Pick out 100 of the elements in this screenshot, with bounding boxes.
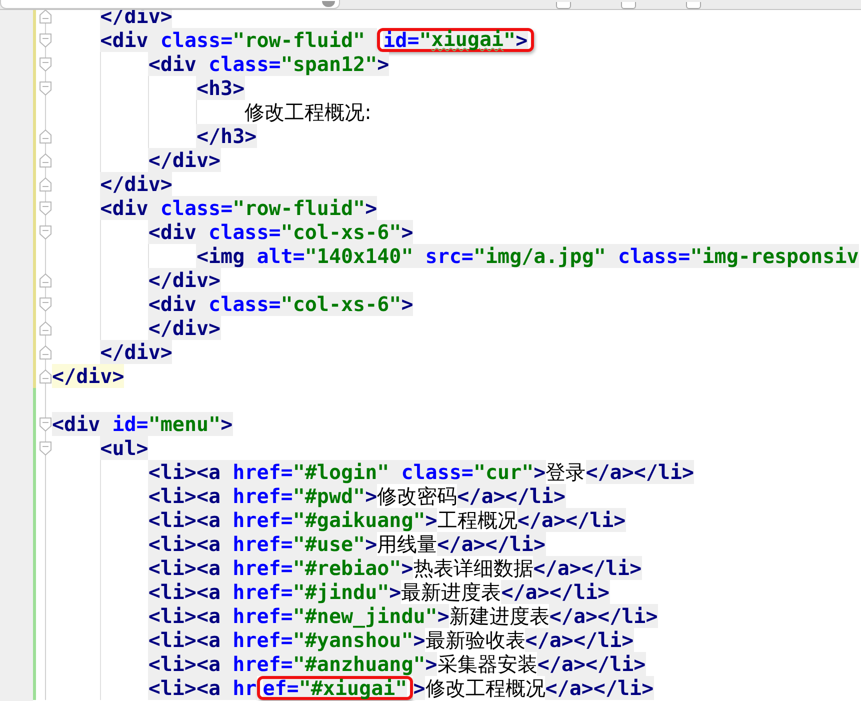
attribute-value: "row-fluid" xyxy=(232,28,378,52)
html-tag: <li><a xyxy=(148,604,233,628)
fold-icon[interactable] xyxy=(39,200,52,216)
attribute-value: " xyxy=(419,31,432,49)
text-content: 最新验收表 xyxy=(425,628,526,652)
attribute-value: "#jindu" xyxy=(292,580,390,604)
checkbox[interactable] xyxy=(621,2,636,9)
html-tag: </a></li> xyxy=(501,580,610,604)
attribute-name: href= xyxy=(232,484,293,508)
html-tag: > xyxy=(220,412,233,436)
fold-icon[interactable] xyxy=(39,8,52,24)
fold-icon[interactable] xyxy=(39,272,52,288)
text-content: 最新进度表 xyxy=(401,580,502,604)
attribute-value: "menu" xyxy=(148,412,221,436)
html-tag: <h3> xyxy=(196,76,245,100)
attribute-value: " xyxy=(504,31,516,49)
attribute-value: "row-fluid" xyxy=(232,196,366,220)
html-tag: > xyxy=(425,652,438,676)
attribute-name: hr xyxy=(232,676,257,700)
html-tag: </a></li> xyxy=(457,484,566,508)
html-tag: > xyxy=(401,220,414,244)
html-tag: <li><a xyxy=(148,676,233,700)
fold-icon[interactable] xyxy=(39,80,52,96)
html-tag: > xyxy=(389,580,402,604)
fold-icon[interactable] xyxy=(39,368,52,384)
html-tag: </a></li> xyxy=(533,556,642,580)
fold-icon[interactable] xyxy=(39,176,52,192)
html-tag: <li><a xyxy=(148,460,233,484)
html-tag: <img xyxy=(196,244,257,268)
attribute-name: class= xyxy=(606,244,690,268)
clear-icon[interactable] xyxy=(322,1,335,7)
html-tag: > xyxy=(437,604,450,628)
html-tag: </a></li> xyxy=(517,508,626,532)
attribute-name: class= xyxy=(208,52,281,76)
text-content: 修改工程概况: xyxy=(244,100,372,124)
html-tag: </div> xyxy=(148,268,221,292)
fold-icon[interactable] xyxy=(39,128,52,144)
fold-icon[interactable] xyxy=(39,32,52,48)
attribute-name: href= xyxy=(232,604,293,628)
html-tag: <div xyxy=(52,412,112,436)
html-tag: </a></li> xyxy=(437,532,546,556)
attribute-name: class= xyxy=(160,196,233,220)
attribute-name: ef= xyxy=(262,679,299,697)
attribute-name: href= xyxy=(232,508,293,532)
attribute-name: href= xyxy=(232,556,293,580)
attribute-name: href= xyxy=(232,628,293,652)
fold-icon[interactable] xyxy=(39,416,52,432)
attribute-name: class= xyxy=(389,460,474,484)
html-tag: > xyxy=(401,556,414,580)
attribute-name: href= xyxy=(232,652,293,676)
html-tag: <li><a xyxy=(148,652,233,676)
attribute-value: "span12" xyxy=(280,52,378,76)
html-tag: </a></li> xyxy=(549,604,658,628)
attribute-value: "img-responsiv xyxy=(690,244,859,268)
checkbox[interactable] xyxy=(686,2,701,9)
html-tag: </h3> xyxy=(196,124,257,148)
text-content: 修改密码 xyxy=(377,484,458,508)
html-tag: <div xyxy=(100,196,160,220)
attribute-value: "#use" xyxy=(292,532,366,556)
attribute-name: class= xyxy=(160,28,233,52)
attribute-name: href= xyxy=(232,580,293,604)
html-tag: > xyxy=(534,460,546,484)
attribute-value: "col-xs-6" xyxy=(280,220,402,244)
fold-icon[interactable] xyxy=(39,320,52,336)
text-content: 用线量 xyxy=(377,532,438,556)
attribute-value: "#new_jindu" xyxy=(292,604,438,628)
attribute-value: "#anzhuang" xyxy=(292,652,426,676)
fold-icon[interactable] xyxy=(39,224,52,240)
attribute-name: class= xyxy=(208,220,281,244)
html-tag: <div xyxy=(148,52,209,76)
attribute-value: "140x140" xyxy=(304,244,414,268)
html-tag: > xyxy=(516,31,528,49)
html-tag: > xyxy=(413,676,426,700)
html-tag: <li><a xyxy=(148,484,233,508)
html-tag: > xyxy=(425,508,438,532)
attribute-value: "img/a.jpg" xyxy=(473,244,606,268)
attribute-value: "cur" xyxy=(473,460,534,484)
html-tag: > xyxy=(413,628,426,652)
html-tag: > xyxy=(401,292,414,316)
attribute-value: "#rebiao" xyxy=(292,556,402,580)
html-tag: </div> xyxy=(100,340,172,364)
html-tag: > xyxy=(365,484,378,508)
attribute-name: id= xyxy=(383,31,420,49)
checkbox[interactable] xyxy=(556,2,571,9)
html-tag: <div xyxy=(100,28,160,52)
html-tag: > xyxy=(365,196,378,220)
fold-icon[interactable] xyxy=(39,440,52,456)
text-content: 登录 xyxy=(546,460,586,484)
fold-icon[interactable] xyxy=(39,56,52,72)
attribute-name: class= xyxy=(208,292,281,316)
fold-icon[interactable] xyxy=(39,152,52,168)
attribute-value: xiugai xyxy=(431,31,504,49)
fold-icon[interactable] xyxy=(39,344,52,360)
html-tag: </a></li> xyxy=(586,460,694,484)
fold-icon[interactable] xyxy=(39,296,52,312)
text-content: 热表详细数据 xyxy=(413,556,534,580)
html-tag: </div> xyxy=(148,148,221,172)
html-tag: </div> xyxy=(52,364,124,388)
attribute-value: "#gaikuang" xyxy=(292,508,426,532)
attribute-name: alt= xyxy=(256,244,305,268)
